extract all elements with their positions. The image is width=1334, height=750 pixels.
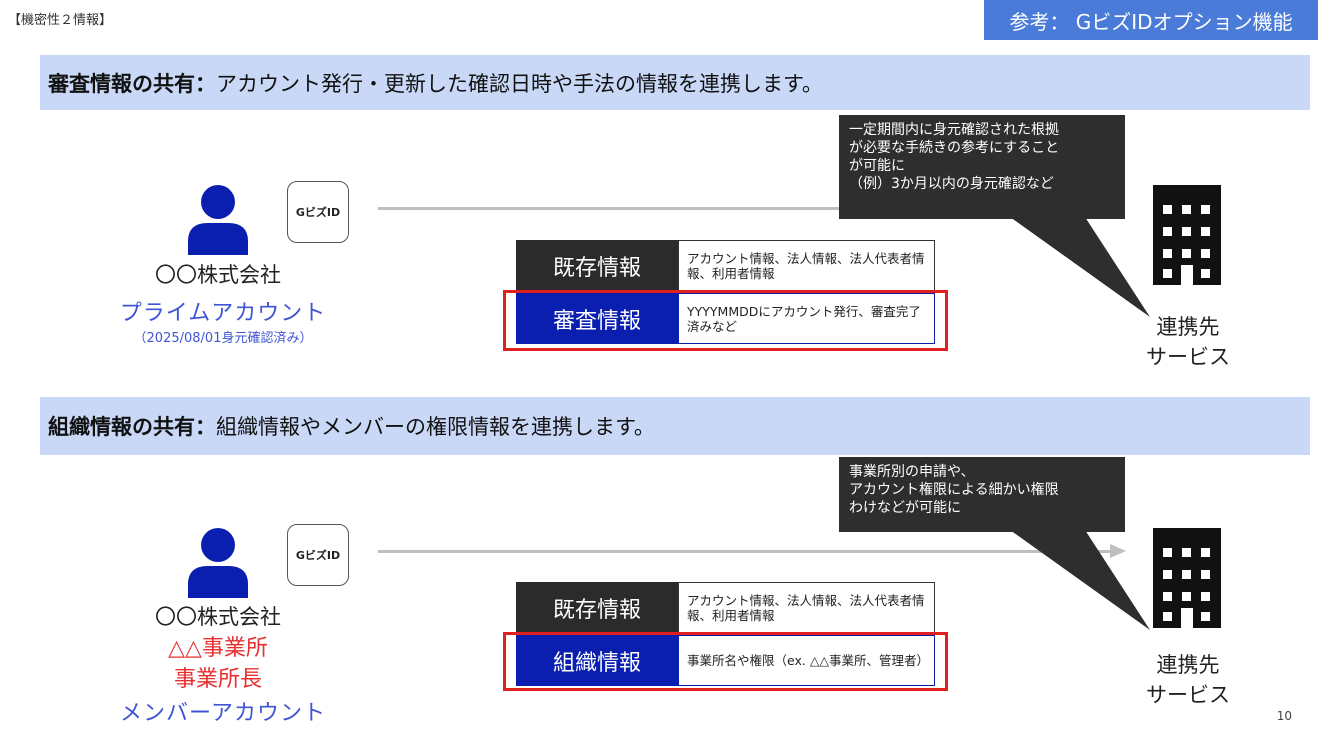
highlight-box [503,290,948,351]
callout-pointer [1010,530,1150,630]
callout-review: 一定期間内に身元確認された根拠 が必要な手続きの参考にすること が可能に （例）… [839,115,1125,219]
section-band-organization: 組織情報の共有： 組織情報やメンバーの権限情報を連携します。 [40,397,1310,455]
callout-pointer [1010,217,1150,317]
account-type: メンバーアカウント [119,701,327,726]
company-name: 〇〇株式会社 [155,605,281,629]
gbizid-logo: GビズID [287,181,349,243]
person-icon [188,528,248,598]
highlight-box [503,632,948,691]
callout-line: 事業所別の申請や、 [849,464,975,480]
service-line: サービス [1146,683,1230,707]
info-label: 既存情報 [516,240,678,291]
info-row-existing: 既存情報 アカウント情報、法人情報、法人代表者情報、利用者情報 [516,240,935,291]
callout-line: （例）3か月以内の身元確認など [849,176,1054,192]
band-text: アカウント発行・更新した確認日時や手法の情報を連携します。 [216,71,823,96]
reference-tag: 参考： GビズIDオプション機能 [984,0,1318,40]
account-type: プライムアカウント [119,301,327,326]
verification-date: （2025/08/01身元確認済み） [133,331,313,346]
callout-line: わけなどが可能に [849,500,961,516]
page-number: 10 [1276,709,1292,723]
info-desc: アカウント情報、法人情報、法人代表者情報、利用者情報 [678,240,935,291]
service-line: 連携先 [1156,653,1220,677]
confidentiality-label: 【機密性２情報】 [8,13,113,28]
info-desc: アカウント情報、法人情報、法人代表者情報、利用者情報 [678,582,935,633]
service-line: サービス [1146,345,1230,369]
callout-line: アカウント権限による細かい権限 [849,482,1059,498]
office-role: 事業所長 [173,667,262,692]
company-name: 〇〇株式会社 [155,263,281,287]
band-text: 組織情報やメンバーの権限情報を連携します。 [216,415,655,439]
service-line: 連携先 [1156,315,1220,339]
person-icon [188,185,248,255]
office-name: △△事業所 [168,636,268,661]
partner-service-label: 連携先 サービス [1118,650,1258,710]
callout-line: が可能に [849,158,905,174]
gbizid-logo: GビズID [287,524,349,586]
building-icon [1153,528,1221,628]
building-icon [1153,185,1221,285]
band-bold: 審査情報の共有： [48,71,216,96]
callout-line: 一定期間内に身元確認された根拠 [849,122,1059,138]
info-label: 既存情報 [516,582,678,633]
connection-line [378,207,848,210]
band-bold: 組織情報の共有： [48,415,216,439]
info-row-existing: 既存情報 アカウント情報、法人情報、法人代表者情報、利用者情報 [516,582,935,633]
section-band-review: 審査情報の共有： アカウント発行・更新した確認日時や手法の情報を連携します。 [40,55,1310,110]
callout-organization: 事業所別の申請や、 アカウント権限による細かい権限 わけなどが可能に [839,457,1125,532]
partner-service-label: 連携先 サービス [1118,312,1258,372]
callout-line: が必要な手続きの参考にすること [849,140,1060,156]
